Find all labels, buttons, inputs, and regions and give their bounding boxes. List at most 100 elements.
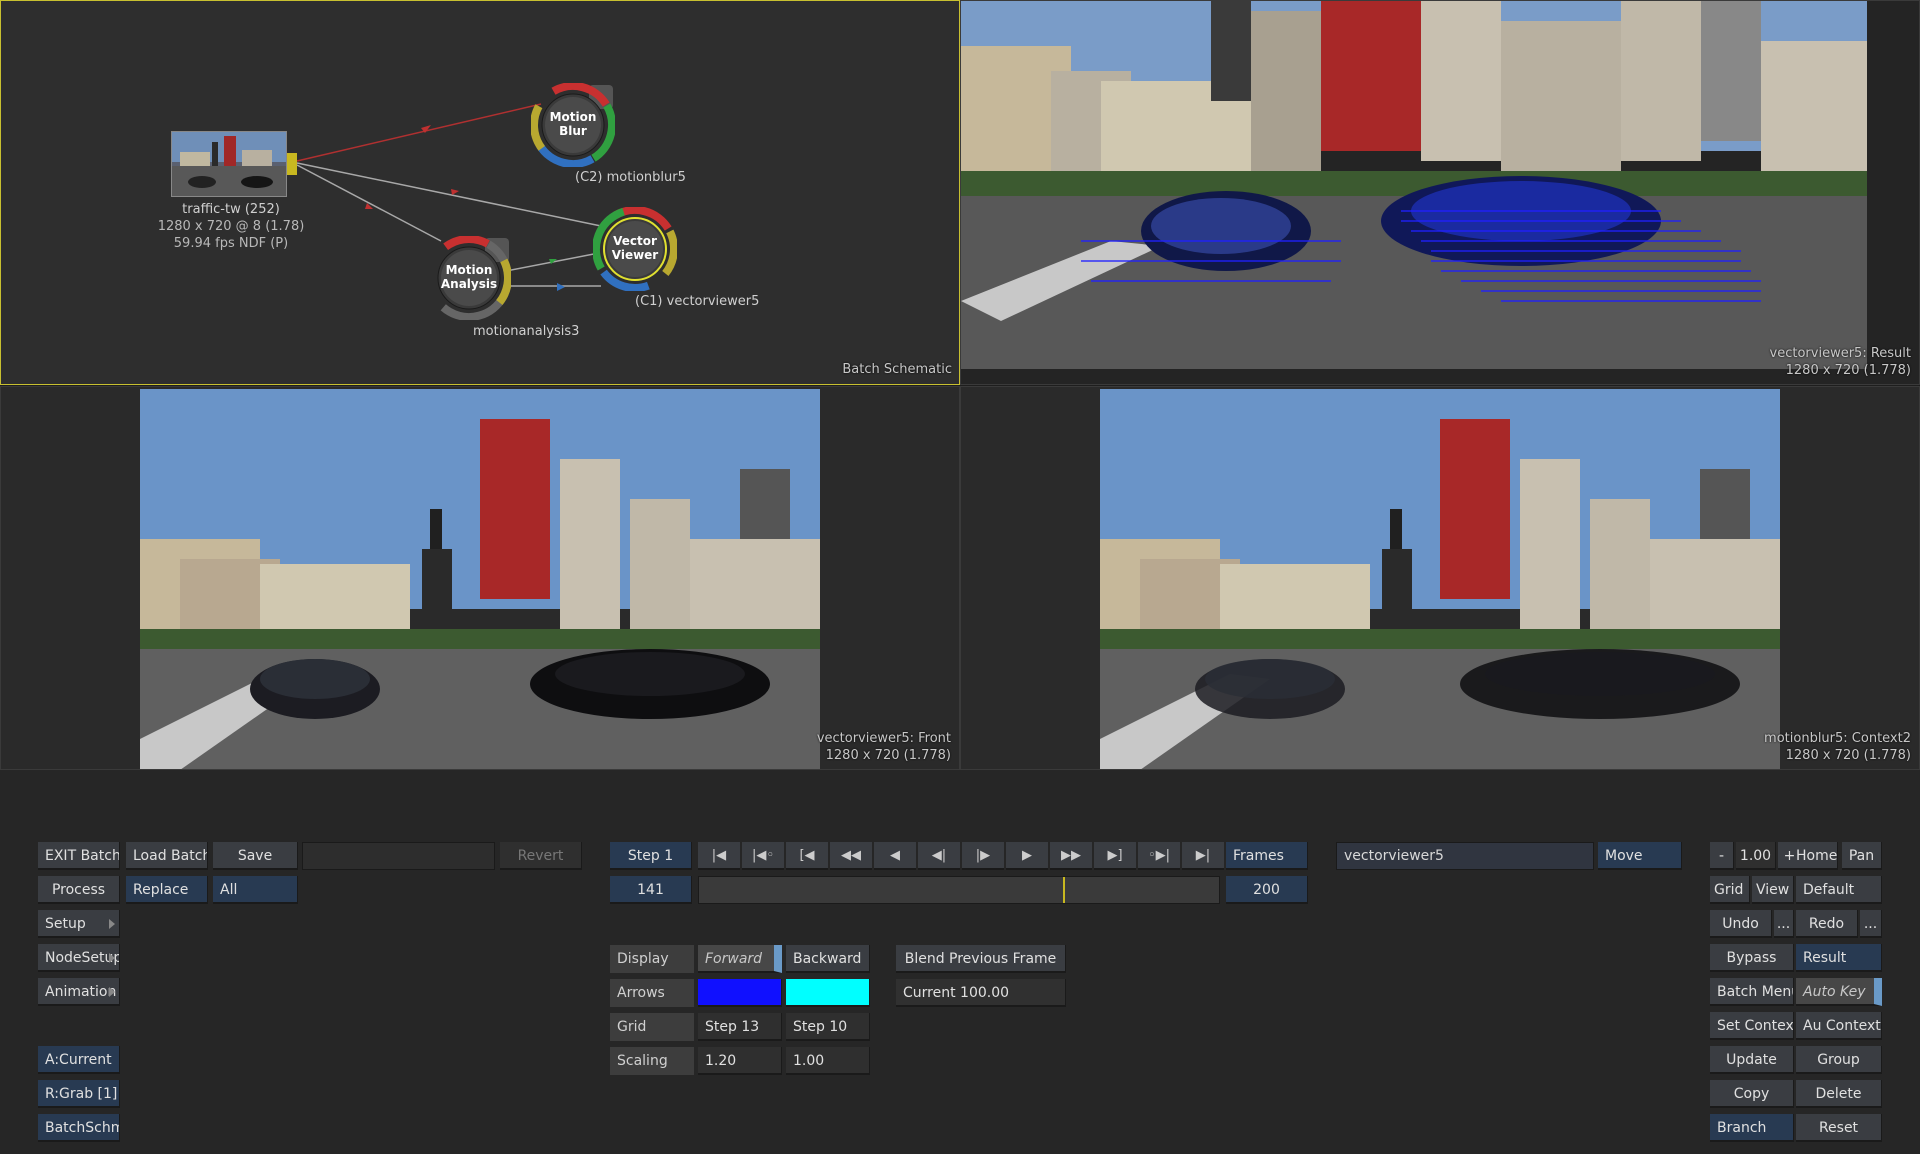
undo-more-button[interactable]: ...: [1774, 910, 1794, 938]
zoom-out-button[interactable]: -: [1710, 842, 1734, 870]
all-button[interactable]: All: [213, 876, 298, 904]
animation-menu[interactable]: Animation: [38, 978, 120, 1006]
vectorviewer-title-1: Vector: [613, 234, 657, 248]
blend-previous-frame-button[interactable]: Blend Previous Frame: [896, 945, 1066, 973]
next-mark-icon[interactable]: ▶]: [1094, 842, 1136, 870]
motionanalysis-node-label: motionanalysis3: [473, 324, 580, 339]
a-current-button[interactable]: A:Current: [38, 1046, 120, 1074]
grid-step-forward-field[interactable]: Step 13: [698, 1013, 782, 1041]
clip-node-name: traffic-tw (252): [182, 202, 280, 217]
step-button[interactable]: Step 1: [610, 842, 692, 870]
undo-button[interactable]: Undo: [1710, 910, 1772, 938]
next-keyframe-icon[interactable]: ◦▶|: [1138, 842, 1180, 870]
replace-button[interactable]: Replace: [126, 876, 208, 904]
forward-toggle[interactable]: Forward: [698, 945, 782, 973]
nodesetup-menu[interactable]: NodeSetup: [38, 944, 120, 972]
group-button[interactable]: Group: [1796, 1046, 1882, 1074]
copy-button[interactable]: Copy: [1710, 1080, 1794, 1108]
motionblur-node[interactable]: Motion Blur: [530, 82, 616, 168]
clip-node-resolution: 1280 x 720 @ 8 (1.78): [157, 219, 305, 234]
step-forward-icon[interactable]: |▶: [962, 842, 1004, 870]
previous-mark-icon[interactable]: [◀: [786, 842, 828, 870]
exit-batch-button[interactable]: EXIT Batch: [38, 842, 120, 870]
result-viewport-resolution: 1280 x 720 (1.778): [1785, 363, 1911, 378]
current-frame-field[interactable]: 141: [610, 876, 692, 904]
reset-button[interactable]: Reset: [1796, 1114, 1882, 1142]
batch-menu-button[interactable]: Batch Menu: [1710, 978, 1794, 1006]
clip-output-socket[interactable]: [287, 153, 297, 175]
grid-label: Grid: [610, 1013, 694, 1041]
step-backward-icon[interactable]: ◀|: [918, 842, 960, 870]
default-button[interactable]: Default: [1796, 876, 1882, 904]
current-blend-field[interactable]: Current 100.00: [896, 979, 1066, 1007]
clip-thumbnail: [171, 131, 287, 197]
clip-node-fps: 59.94 fps NDF (P): [173, 236, 289, 251]
vectorviewer-title-2: Viewer: [611, 248, 659, 262]
backward-toggle[interactable]: Backward: [786, 945, 870, 973]
grid-button[interactable]: Grid: [1710, 876, 1750, 904]
motionblur-title-2: Blur: [559, 124, 587, 138]
play-forward-icon[interactable]: ▶: [1006, 842, 1048, 870]
schematic-label: Batch Schematic: [842, 362, 952, 377]
clip-node[interactable]: [171, 131, 297, 197]
bypass-button[interactable]: Bypass: [1710, 944, 1794, 972]
arrows-label: Arrows: [610, 979, 694, 1007]
result-button[interactable]: Result: [1796, 944, 1882, 972]
front-viewport-name: vectorviewer5: Front: [816, 731, 951, 746]
move-button[interactable]: Move: [1598, 842, 1682, 870]
view-button[interactable]: View: [1752, 876, 1794, 904]
process-button[interactable]: Process: [38, 876, 120, 904]
context-viewport[interactable]: motionblur5: Context2 1280 x 720 (1.778): [960, 386, 1920, 770]
go-to-start-icon[interactable]: |◀: [698, 842, 740, 870]
auto-key-toggle[interactable]: Auto Key: [1796, 978, 1882, 1006]
front-viewport[interactable]: vectorviewer5: Front 1280 x 720 (1.778): [0, 386, 960, 770]
motionanalysis-title-1: Motion: [445, 263, 493, 277]
rewind-icon[interactable]: ◀◀: [830, 842, 872, 870]
motionanalysis-node[interactable]: Motion Analysis: [426, 235, 512, 321]
frames-button[interactable]: Frames: [1226, 842, 1308, 870]
end-frame-field[interactable]: 200: [1226, 876, 1308, 904]
motionblur-node-label: (C2) motionblur5: [575, 170, 686, 185]
vectorviewer-node[interactable]: Vector Viewer: [592, 206, 678, 292]
revert-button[interactable]: Revert: [500, 842, 582, 870]
go-to-end-icon[interactable]: ▶|: [1182, 842, 1224, 870]
delete-button[interactable]: Delete: [1796, 1080, 1882, 1108]
grid-step-backward-field[interactable]: Step 10: [786, 1013, 870, 1041]
au-context-button[interactable]: Au Context: [1796, 1012, 1882, 1040]
motionblur-title-1: Motion: [549, 110, 597, 124]
timeline-scrubber[interactable]: [698, 876, 1220, 904]
home-button[interactable]: Home: [1796, 842, 1838, 870]
arrow-color-swatch-backward[interactable]: [786, 979, 870, 1007]
motionanalysis-title-2: Analysis: [440, 277, 498, 291]
arrow-color-swatch-forward[interactable]: [698, 979, 782, 1007]
scaling-backward-field[interactable]: 1.00: [786, 1047, 870, 1075]
vectorviewer-node-label: (C1) vectorviewer5: [635, 294, 760, 309]
branch-button[interactable]: Branch: [1710, 1114, 1794, 1142]
redo-button[interactable]: Redo: [1796, 910, 1858, 938]
setup-menu[interactable]: Setup: [38, 910, 120, 938]
play-backward-icon[interactable]: ◀: [874, 842, 916, 870]
result-image: [961, 1, 1867, 369]
batchschm-button[interactable]: BatchSchm: [38, 1114, 120, 1142]
node-name-field[interactable]: vectorviewer5: [1336, 842, 1594, 870]
redo-more-button[interactable]: ...: [1860, 910, 1882, 938]
scaling-forward-field[interactable]: 1.20: [698, 1047, 782, 1075]
save-button[interactable]: Save: [213, 842, 298, 870]
load-batch-button[interactable]: Load Batch: [126, 842, 208, 870]
batch-name-field[interactable]: [302, 842, 495, 870]
result-viewport[interactable]: vectorviewer5: Result 1280 x 720 (1.778): [960, 0, 1920, 385]
update-button[interactable]: Update: [1710, 1046, 1794, 1074]
pan-button[interactable]: Pan: [1842, 842, 1882, 870]
display-label: Display: [610, 945, 694, 973]
fast-forward-icon[interactable]: ▶▶: [1050, 842, 1092, 870]
zoom-level-field[interactable]: 1.00: [1736, 842, 1776, 870]
timeline-playhead[interactable]: [1063, 877, 1065, 903]
r-grab-button[interactable]: R:Grab [1]: [38, 1080, 120, 1108]
batch-schematic-viewport[interactable]: traffic-tw (252) 1280 x 720 @ 8 (1.78) 5…: [0, 0, 960, 385]
front-image: [140, 389, 820, 769]
context-viewport-resolution: 1280 x 720 (1.778): [1785, 748, 1911, 763]
context-viewport-name: motionblur5: Context2: [1764, 731, 1911, 746]
previous-keyframe-icon[interactable]: |◀◦: [742, 842, 784, 870]
set-context-button[interactable]: Set Context: [1710, 1012, 1794, 1040]
scaling-label: Scaling: [610, 1047, 694, 1075]
